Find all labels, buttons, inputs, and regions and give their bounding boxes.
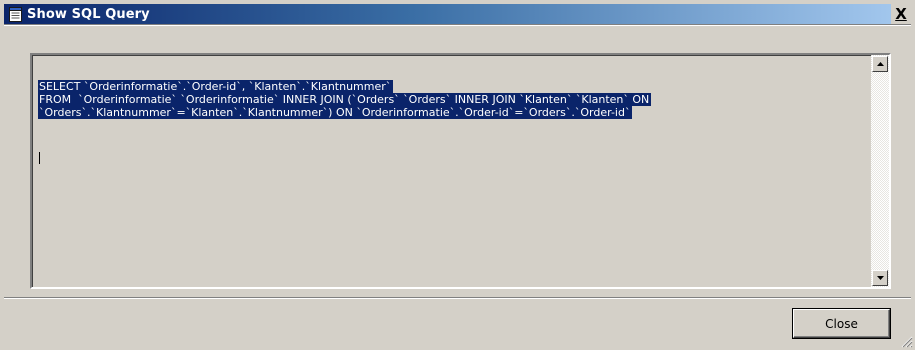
window-title: Show SQL Query bbox=[27, 6, 150, 22]
sql-line-text: `Orders`.`Klantnummer`=`Klanten`.`Klantn… bbox=[38, 106, 633, 119]
sql-line: SELECT `Orderinformatie`.`Order-id`, `Kl… bbox=[38, 80, 865, 93]
close-window-button[interactable]: X bbox=[891, 4, 911, 24]
scroll-down-button[interactable] bbox=[872, 270, 888, 286]
arrow-up-icon bbox=[876, 62, 884, 66]
sql-line: FROM `Orderinformatie` `Orderinformatie`… bbox=[38, 93, 865, 106]
vertical-scrollbar[interactable] bbox=[871, 55, 889, 287]
sql-query-editor[interactable]: SELECT `Orderinformatie`.`Order-id`, `Kl… bbox=[30, 53, 891, 289]
sql-text[interactable]: SELECT `Orderinformatie`.`Order-id`, `Kl… bbox=[38, 80, 865, 287]
sql-line-text: FROM `Orderinformatie` `Orderinformatie`… bbox=[38, 93, 652, 106]
resize-grip-icon[interactable] bbox=[901, 336, 913, 348]
sql-line-text: SELECT `Orderinformatie`.`Order-id`, `Kl… bbox=[38, 80, 394, 93]
sql-line: `Orders`.`Klantnummer`=`Klanten`.`Klantn… bbox=[38, 106, 865, 119]
title-separator bbox=[4, 24, 911, 26]
text-caret bbox=[39, 152, 40, 164]
notepad-icon bbox=[8, 6, 22, 22]
title-bar[interactable]: Show SQL Query X bbox=[4, 4, 911, 24]
footer-separator bbox=[4, 297, 911, 299]
arrow-down-icon bbox=[876, 276, 884, 280]
close-button[interactable]: Close bbox=[793, 309, 890, 338]
scroll-up-button[interactable] bbox=[872, 56, 888, 72]
show-sql-query-dialog: Show SQL Query X SELECT `Orderinformatie… bbox=[0, 0, 915, 350]
